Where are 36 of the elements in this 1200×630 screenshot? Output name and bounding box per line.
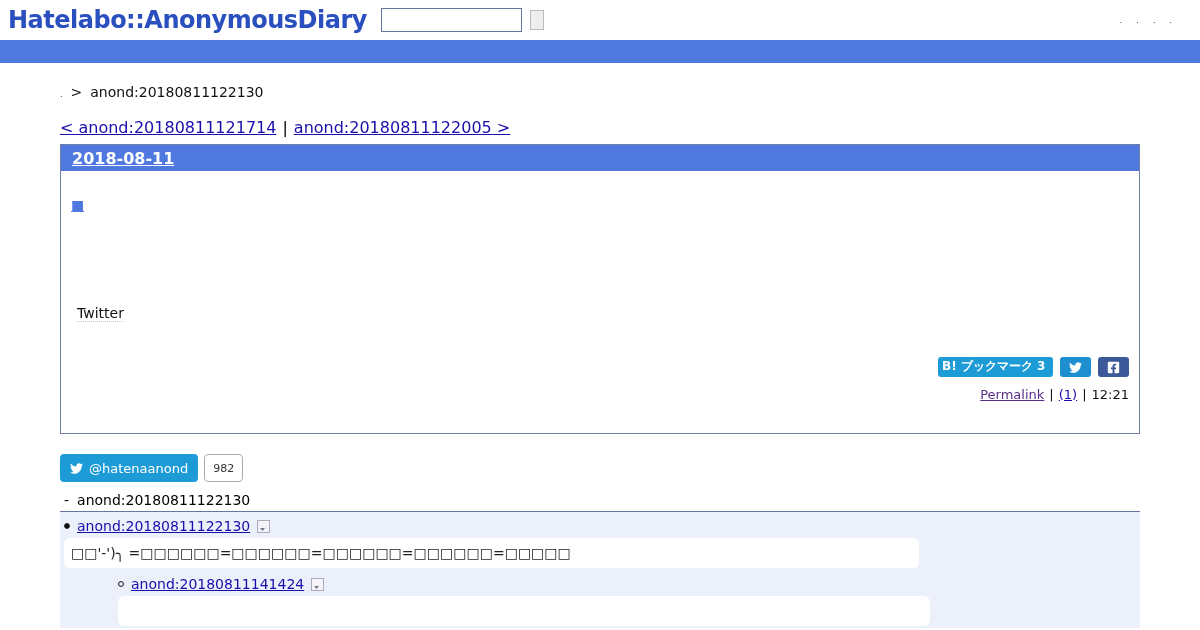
twitter-share-button[interactable] [1060,357,1091,377]
breadcrumb-current: anond:20180811122130 [90,84,264,100]
entry-title-link[interactable]: ■ [71,197,85,213]
facebook-share-button[interactable] [1098,357,1129,377]
comments-link[interactable]: (1) [1058,387,1078,402]
bird-icon [1069,360,1082,374]
pager-separator: | [282,118,288,137]
dropdown-icon[interactable] [311,577,325,591]
entry-excerpt: □□'-')╮ =□□□□□□=□□□□□□=□□□□□□=□□□□□□=□□□□□ [64,538,919,568]
bullet-icon [118,581,124,587]
dropdown-icon[interactable] [257,519,271,533]
nav-link[interactable]: . [1119,15,1123,25]
date-link[interactable]: 2018-08-11 [72,148,175,168]
entry-time: 12:21 [1091,387,1129,402]
entry-link[interactable]: anond:20180811141424 [131,576,305,592]
nav-link[interactable]: . [1169,15,1172,25]
site-logo[interactable]: Hatelabo::AnonymousDiary [8,6,367,34]
twitter-text: Twitter [77,305,124,322]
home-link[interactable]: . [60,90,63,99]
search-field[interactable] [380,8,522,32]
previous-link[interactable]: < anond:20180811121714 [60,118,277,137]
entry-link[interactable]: anond:20180811122130 [77,518,251,534]
meta-separator: | [1082,387,1087,402]
search-button[interactable] [529,10,544,30]
nav-link[interactable]: . [1136,15,1139,25]
tree-title: anond:20180811122130 [77,492,251,508]
permalink-link[interactable]: Permalink [980,387,1045,402]
f-letter-icon [1107,360,1120,374]
bird-icon [70,461,83,475]
next-link[interactable]: anond:20180811122005 > [293,118,511,137]
meta-separator: | [1049,387,1054,402]
tree-dash: - [64,492,70,508]
breadcrumb-separator: > [70,84,83,100]
nav-link[interactable]: . [1152,15,1156,25]
bullet-icon [64,523,70,529]
follower-count: 982 [204,454,244,482]
